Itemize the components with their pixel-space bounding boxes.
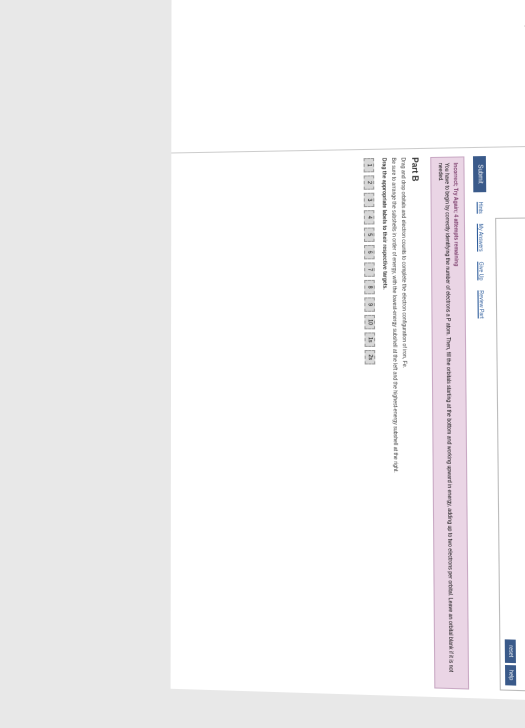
- part-b-instr-2: Be sure to arrange the subshells in orde…: [390, 158, 400, 688]
- my-answers-link[interactable]: My Answers: [477, 224, 484, 252]
- reset-button[interactable]: reset: [505, 640, 516, 663]
- number-targets: 1 2 3 4 5 6 7 8 9 10 1s 2s: [364, 158, 378, 687]
- feedback-title: Incorrect; Try Again; 4 attempts remaini…: [452, 163, 463, 683]
- feedback-box: Incorrect; Try Again; 4 attempts remaini…: [430, 156, 469, 689]
- num-target[interactable]: 10: [364, 315, 375, 329]
- num-target[interactable]: 4: [364, 210, 375, 224]
- num-target[interactable]: 8: [364, 280, 375, 294]
- num-target[interactable]: 1s: [364, 332, 375, 346]
- num-target[interactable]: 1: [364, 158, 375, 172]
- diagram-area: 1s 2s2p 3s 3p4s 3d 4p 4d 4f reset hel: [494, 153, 525, 696]
- help-button[interactable]: help: [505, 664, 516, 685]
- num-target[interactable]: 2: [364, 175, 375, 189]
- num-target[interactable]: 6: [364, 245, 375, 259]
- part-b-title: Part B: [410, 157, 423, 688]
- part-b-instr-1: Drag and drop orbitals and electron coun…: [399, 157, 409, 687]
- hints-link[interactable]: Hints: [477, 202, 484, 214]
- num-target[interactable]: 7: [364, 262, 375, 276]
- draggable-labels-column: 1s 2s2p 3s 3p4s 3d 4p 4d 4f: [494, 153, 525, 207]
- submit-button[interactable]: Submit: [473, 156, 486, 192]
- num-target[interactable]: 3: [364, 193, 375, 207]
- num-target[interactable]: 5: [364, 228, 375, 242]
- orbital-boxes-area[interactable]: reset help: [495, 216, 525, 696]
- submit-row: Submit Hints My Answers Give Up Review P…: [473, 156, 491, 690]
- part-b-drag: Drag the appropriate labels to their res…: [380, 158, 390, 687]
- num-target[interactable]: 2s: [365, 350, 376, 364]
- give-up-link[interactable]: Give Up: [477, 262, 484, 281]
- num-target[interactable]: 9: [364, 297, 375, 311]
- feedback-body: You have to begin by correctly identifyi…: [437, 163, 454, 683]
- review-part-link[interactable]: Review Part: [477, 290, 484, 318]
